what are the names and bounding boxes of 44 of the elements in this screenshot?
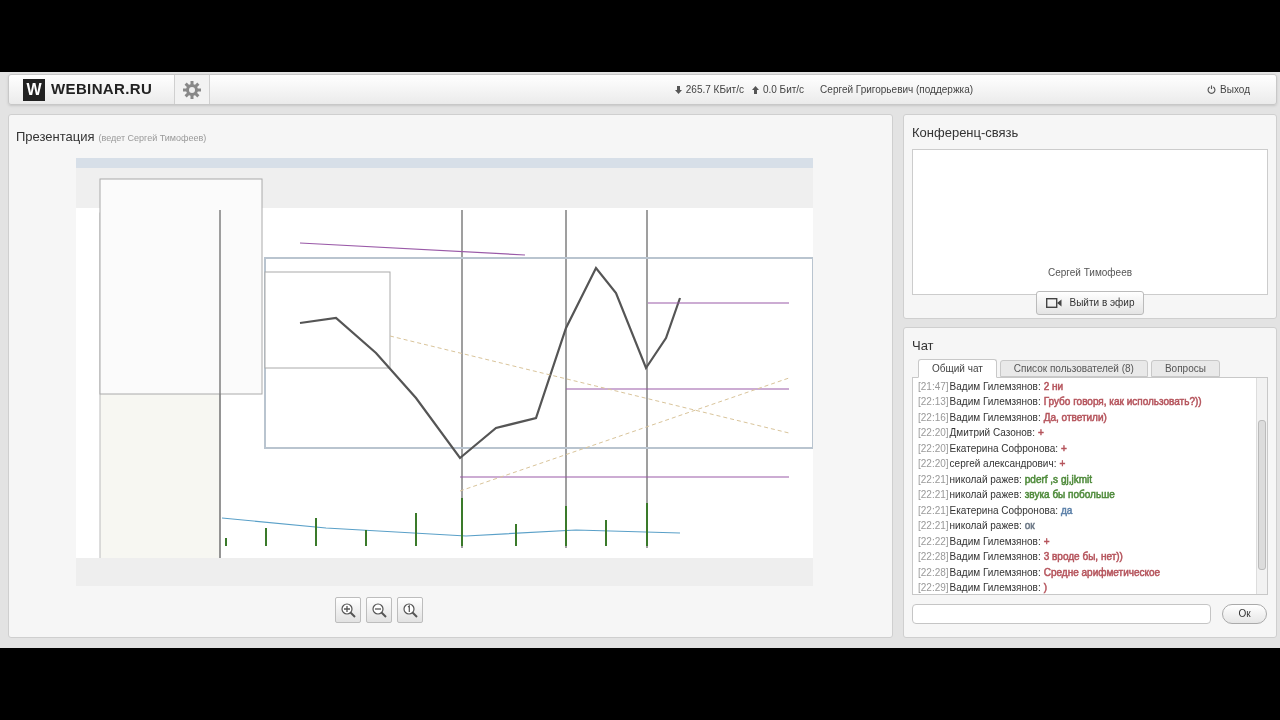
- upload-arrow-icon: [751, 85, 759, 94]
- chat-tab[interactable]: Список пользователей (8): [999, 359, 1148, 377]
- logout-link[interactable]: Выход: [1220, 82, 1250, 97]
- chat-message: [22:21]николай ражев: ок: [918, 519, 1036, 533]
- zoom-out-button[interactable]: [366, 597, 392, 623]
- chat-message: [22:21]Екатерина Софронова: да: [918, 503, 1074, 518]
- settings-button[interactable]: [174, 75, 210, 104]
- message-input[interactable]: [912, 603, 1211, 624]
- chat-message: [22:21]николай ражев: звука бы побольше: [918, 488, 1116, 502]
- magnifier-icon: [402, 602, 418, 618]
- chat-message: [21:47]Вадим Гилемзянов: 2 ни: [918, 379, 1065, 394]
- zoom-out-icon: [371, 602, 387, 618]
- chat-message: [22:20]Екатерина Софронова: +: [918, 441, 1068, 456]
- chat-message: [22:13]Вадим Гилемзянов: Грубо говоря, как использовать?)): [918, 395, 1203, 409]
- gear-icon: [182, 79, 202, 100]
- download-speed: 265.7 КБит/с: [685, 83, 744, 97]
- upload-speed: 0.0 Бит/с: [762, 83, 805, 97]
- chat-message: [22:20]сергей александрович: +: [918, 457, 1067, 471]
- chat-tab[interactable]: Общий чат: [918, 358, 997, 378]
- chat-message: [22:29]Вадим Гилемзянов: ): [918, 581, 1049, 594]
- chat-message: [22:20]Дмитрий Сазонов: +: [918, 426, 1045, 440]
- broadcast-button[interactable]: Выйти в эфир: [1036, 290, 1144, 315]
- scrollbar[interactable]: [1256, 377, 1267, 594]
- chat-message: [22:16]Вадим Гилемзянов: Да, ответили): [918, 410, 1108, 425]
- user-name: Сергей Григорьевич (поддержка): [820, 83, 974, 97]
- logo-text: WEBINAR.RU: [51, 79, 153, 100]
- panel-title: Конференц-связь: [912, 124, 1020, 142]
- presenter-note: (ведет Сергей Тимофеев): [98, 131, 207, 145]
- actual-size-button[interactable]: [397, 597, 423, 623]
- panel-title: Чат: [912, 337, 935, 355]
- camera-icon: [1045, 297, 1062, 308]
- download-arrow-icon: [674, 85, 682, 94]
- chat-message: [22:28]Вадим Гилемзянов: 3 вроде бы, нет)): [918, 550, 1124, 564]
- zoom-in-button[interactable]: [335, 597, 361, 623]
- chat-tab[interactable]: Вопросы: [1150, 359, 1220, 377]
- chat-message: [22:22]Вадим Гилемзянов: +: [918, 534, 1051, 549]
- chat-message: [22:21]николай ражев: pderf ,s gj,jkmit: [918, 472, 1093, 487]
- send-button[interactable]: Ок: [1222, 603, 1267, 624]
- power-icon: [1207, 85, 1217, 94]
- zoom-in-icon: [340, 602, 356, 618]
- panel-title: Презентация: [16, 127, 95, 146]
- logo-mark: W: [23, 78, 45, 101]
- chat-message: [22:28]Вадим Гилемзянов: Средне арифметическое: [918, 565, 1162, 580]
- participant-name: Сергей Тимофеев: [1047, 265, 1133, 280]
